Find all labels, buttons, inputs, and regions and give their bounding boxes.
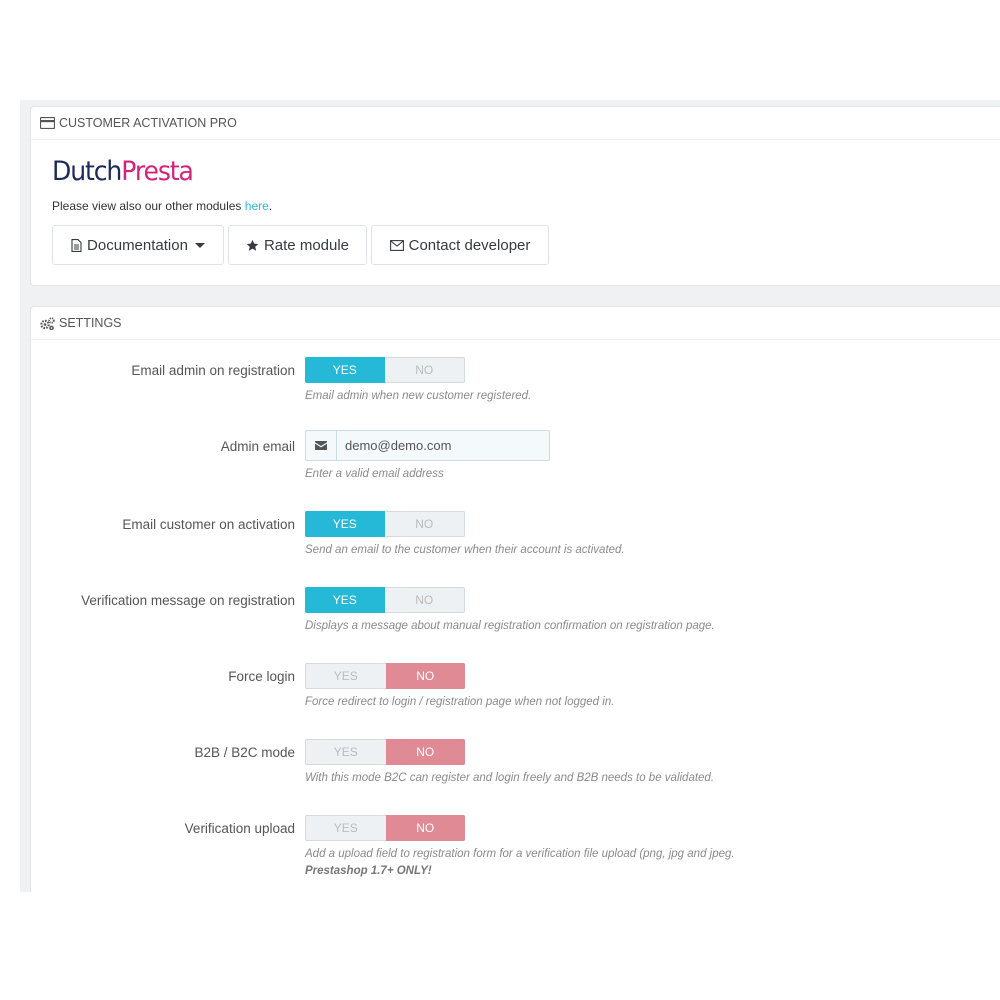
verification-upload-toggle[interactable]: YES NO <box>305 815 465 841</box>
verification-upload-label: Verification upload <box>184 821 295 836</box>
envelope-icon <box>306 431 337 460</box>
verification-message-yes[interactable]: YES <box>305 587 385 613</box>
admin-email-label: Admin email <box>220 439 295 454</box>
envelope-icon <box>389 239 404 251</box>
email-customer-yes[interactable]: YES <box>305 511 385 537</box>
verification-upload-yes[interactable]: YES <box>306 816 386 840</box>
caret-down-icon <box>194 242 205 248</box>
admin-email-help: Enter a valid email address <box>305 468 444 480</box>
settings-panel-heading: SETTINGS <box>31 307 1000 340</box>
email-admin-help: Email admin when new customer registered… <box>305 390 532 402</box>
document-icon <box>71 238 82 252</box>
b2b-mode-no[interactable]: NO <box>385 739 465 765</box>
verification-upload-note: Prestashop 1.7+ ONLY! <box>305 865 432 877</box>
verification-message-help: Displays a message about manual registra… <box>305 620 715 632</box>
force-login-help: Force redirect to login / registration p… <box>305 696 615 708</box>
star-icon <box>246 239 259 251</box>
email-admin-yes[interactable]: YES <box>305 357 385 383</box>
module-panel-heading: CUSTOMER ACTIVATION PRO <box>31 107 1000 140</box>
force-login-no[interactable]: NO <box>385 663 465 689</box>
b2b-mode-yes[interactable]: YES <box>306 740 386 764</box>
b2b-mode-help: With this mode B2C can register and logi… <box>305 772 715 784</box>
module-info-panel: CUSTOMER ACTIVATION PRO DutchPresta Plea… <box>30 106 1000 286</box>
b2b-mode-toggle[interactable]: YES NO <box>305 739 465 765</box>
email-admin-label: Email admin on registration <box>131 363 295 378</box>
force-login-label: Force login <box>228 669 295 684</box>
email-admin-no[interactable]: NO <box>385 358 465 382</box>
contact-developer-button[interactable]: Contact developer <box>371 225 549 265</box>
verification-message-toggle[interactable]: YES NO <box>305 587 465 613</box>
b2b-mode-label: B2B / B2C mode <box>194 745 295 760</box>
force-login-yes[interactable]: YES <box>306 664 386 688</box>
documentation-button[interactable]: Documentation <box>52 225 224 265</box>
settings-panel: SETTINGS Email admin on registration YES… <box>30 306 1000 892</box>
admin-email-group <box>305 430 550 461</box>
email-customer-label: Email customer on activation <box>122 517 295 532</box>
settings-panel-title: SETTINGS <box>59 316 122 330</box>
credit-card-icon <box>40 117 55 129</box>
rate-module-button[interactable]: Rate module <box>228 225 367 265</box>
verification-message-label: Verification message on registration <box>81 593 295 608</box>
email-customer-help: Send an email to the customer when their… <box>305 544 625 556</box>
module-panel-title: CUSTOMER ACTIVATION PRO <box>59 116 237 130</box>
verification-upload-no[interactable]: NO <box>385 815 465 841</box>
verification-upload-help: Add a upload field to registration form … <box>305 848 735 877</box>
email-admin-toggle[interactable]: YES NO <box>305 357 465 383</box>
force-login-toggle[interactable]: YES NO <box>305 663 465 689</box>
verification-message-no[interactable]: NO <box>385 588 465 612</box>
other-modules-link[interactable]: here <box>245 199 269 213</box>
brand-logo: DutchPresta <box>52 156 194 187</box>
email-customer-toggle[interactable]: YES NO <box>305 511 465 537</box>
email-customer-no[interactable]: NO <box>385 512 465 536</box>
cogs-icon <box>40 316 55 330</box>
admin-email-input[interactable] <box>337 431 549 460</box>
intro-text: Please view also our other modules here. <box>52 199 273 213</box>
